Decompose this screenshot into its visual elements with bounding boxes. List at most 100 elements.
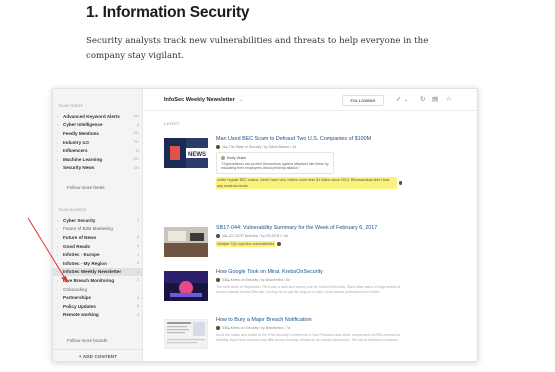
team-boards-title: TEAM BOARDS — [58, 208, 87, 212]
article-card[interactable]: How to Bury a Major Breach Notification … — [164, 317, 464, 361]
highlighted-text: unlike regular BEC scams, which have ver… — [216, 176, 397, 189]
feed-count: 100 — [133, 114, 139, 119]
article-meta-text: 335▴ Krebs on Security / by BrianKrebs /… — [222, 325, 290, 330]
note-text: "Organizations can protect themselves ag… — [221, 161, 329, 170]
article-meta: 16▴ The State of Security / by David Bis… — [216, 144, 402, 149]
board-label: Future of News — [63, 234, 97, 240]
main-panel: InfoSec Weekly Newsletter ⌄ FOLLOWING ✓ … — [144, 89, 477, 361]
check-dropdown-icon[interactable]: ⌄ — [404, 95, 408, 105]
chevron-right-icon[interactable]: › — [57, 114, 61, 119]
chevron-right-icon[interactable]: › — [57, 244, 61, 249]
article-meta: 38▴ US-CERT Bulletins / by US-CERT / 6d — [216, 233, 402, 238]
chevron-right-icon[interactable]: › — [57, 157, 61, 162]
chevron-right-icon[interactable]: › — [57, 269, 61, 274]
article-snippet: The third week of September 2016 was a d… — [216, 284, 402, 294]
article-title[interactable]: Man Used BEC Scam to Defraud Two U.S. Co… — [216, 136, 402, 143]
article-title[interactable]: SB17-044: Vulnerability Summary for the … — [216, 225, 402, 232]
chevron-right-icon[interactable]: › — [57, 295, 61, 300]
article-meta: 335▴ Krebs on Security / by BrianKrebs /… — [216, 325, 402, 330]
feed-item[interactable]: › Security News 100 — [53, 164, 143, 173]
chevron-right-icon[interactable]: › — [57, 304, 61, 309]
chevron-right-icon[interactable]: › — [57, 252, 61, 257]
chevron-right-icon[interactable]: › — [57, 218, 61, 223]
feed-label: Influencers — [63, 148, 88, 154]
feed-title[interactable]: InfoSec Weekly Newsletter ⌄ — [164, 97, 243, 103]
chevron-right-icon[interactable]: › — [57, 131, 61, 136]
feed-item[interactable]: › Advanced Keyword Alerts 100 — [53, 112, 143, 121]
feed-count: 19 — [135, 148, 139, 153]
chevron-right-icon[interactable]: › — [57, 226, 61, 231]
board-item[interactable]: › Future of B2B Marketing — [53, 225, 143, 234]
chevron-right-icon[interactable]: › — [57, 261, 61, 266]
chevron-right-icon[interactable]: › — [57, 287, 61, 292]
team-feeds-title: TEAM FEEDS — [58, 104, 83, 108]
feed-label: Machine Learning — [63, 156, 103, 162]
feed-count: 8 — [137, 122, 139, 127]
article-card[interactable]: How Google Took on Mirai, KrebsOnSecurit… — [164, 269, 464, 311]
add-content-button[interactable]: + ADD CONTENT — [53, 349, 143, 361]
chevron-right-icon[interactable]: › — [57, 312, 61, 317]
board-item[interactable]: › Onboarding — [53, 285, 143, 294]
board-label: Remote working — [63, 312, 99, 318]
layout-icon[interactable]: ▤ — [432, 95, 438, 105]
article-thumbnail — [164, 227, 208, 257]
board-item[interactable]: › InfoSec - My Region 5 — [53, 259, 143, 268]
article-title[interactable]: How Google Took on Mirai, KrebsOnSecurit… — [216, 269, 402, 276]
chevron-down-icon[interactable]: ⌄ — [238, 97, 243, 103]
feed-item[interactable]: › Industry 4.0 79+ — [53, 138, 143, 147]
article-thumbnail — [164, 271, 208, 301]
feed-title-text: InfoSec Weekly Newsletter — [164, 97, 235, 103]
chevron-right-icon[interactable]: › — [57, 278, 61, 283]
board-item[interactable]: › Cyber Security 9 — [53, 216, 143, 225]
feed-item[interactable]: › Influencers 19 — [53, 146, 143, 155]
feed-count: 79+ — [133, 140, 139, 145]
top-bar: InfoSec Weekly Newsletter ⌄ FOLLOWING ✓ … — [144, 89, 477, 111]
highlighted-text: Multiple SQL injection vulnerabilities — [216, 240, 276, 247]
settings-icon[interactable]: ☆ — [446, 95, 452, 105]
article-meta-text: 336▴ Krebs on Security / by BrianKrebs /… — [222, 277, 290, 282]
following-button[interactable]: FOLLOWING — [342, 95, 384, 106]
board-item[interactable]: › Good Reads 6 — [53, 242, 143, 251]
note-author: Emily Veach — [227, 155, 247, 160]
source-icon — [216, 233, 220, 238]
chevron-right-icon[interactable]: › — [57, 148, 61, 153]
board-label: InfoSec - Europe — [63, 252, 100, 258]
feed-item[interactable]: › Cyber Intelligence 8 — [53, 121, 143, 130]
annotation-note: Emily Veach "Organizations can protect t… — [216, 151, 334, 174]
chevron-right-icon[interactable]: › — [57, 140, 61, 145]
board-item[interactable]: › Future of News 8 — [53, 233, 143, 242]
thumbnail-news-text: NEWS — [188, 152, 206, 158]
board-item[interactable]: › Remote working 3 — [53, 311, 143, 320]
feed-item[interactable]: › Machine Learning 99+ — [53, 155, 143, 164]
article-title[interactable]: How to Bury a Major Breach Notification — [216, 317, 402, 324]
board-count: 6 — [137, 295, 139, 300]
article-meta-text: 38▴ US-CERT Bulletins / by US-CERT / 6d — [222, 233, 289, 238]
article-card[interactable]: SB17-044: Vulnerability Summary for the … — [164, 225, 464, 265]
follow-more-boards-link[interactable]: Follow more boards — [53, 336, 143, 345]
feed-count: 99+ — [133, 157, 139, 162]
article-card[interactable]: NEWS Man Used BEC Scam to Defraud Two U.… — [164, 136, 464, 216]
check-icon[interactable]: ✓ — [396, 95, 401, 105]
avatar — [398, 180, 402, 185]
board-count: 5 — [137, 261, 139, 266]
intro-paragraph: Security analysts track new vulnerabilit… — [86, 36, 429, 61]
board-item[interactable]: › InfoSec - Europe 2 — [53, 250, 143, 259]
chevron-right-icon[interactable]: › — [57, 165, 61, 170]
feed-count: 78+ — [133, 131, 139, 136]
chevron-right-icon[interactable]: › — [57, 235, 61, 240]
board-count: 3 — [137, 312, 139, 317]
board-label: Future of B2B Marketing — [63, 226, 113, 232]
board-item[interactable]: › Live Breach Monitoring 8 — [53, 276, 143, 285]
board-label: Cyber Security — [63, 217, 96, 223]
board-label: Good Reads — [63, 243, 91, 249]
board-item[interactable]: › InfoSec Weekly Newsletter 4 — [53, 267, 143, 277]
board-item[interactable]: › Policy Updates 8 — [53, 302, 143, 311]
article-meta-text: 16▴ The State of Security / by David Bis… — [222, 144, 297, 149]
board-item[interactable]: › Partnerships 6 — [53, 293, 143, 302]
avatar — [277, 241, 282, 246]
refresh-icon[interactable]: ↻ — [420, 95, 425, 105]
follow-more-feeds-link[interactable]: Follow more feeds — [53, 183, 143, 192]
sidebar: TEAM FEEDS › Advanced Keyword Alerts 100 › C… — [53, 89, 143, 361]
chevron-right-icon[interactable]: › — [57, 122, 61, 127]
feed-item[interactable]: › Feedly Mentions 78+ — [53, 129, 143, 138]
